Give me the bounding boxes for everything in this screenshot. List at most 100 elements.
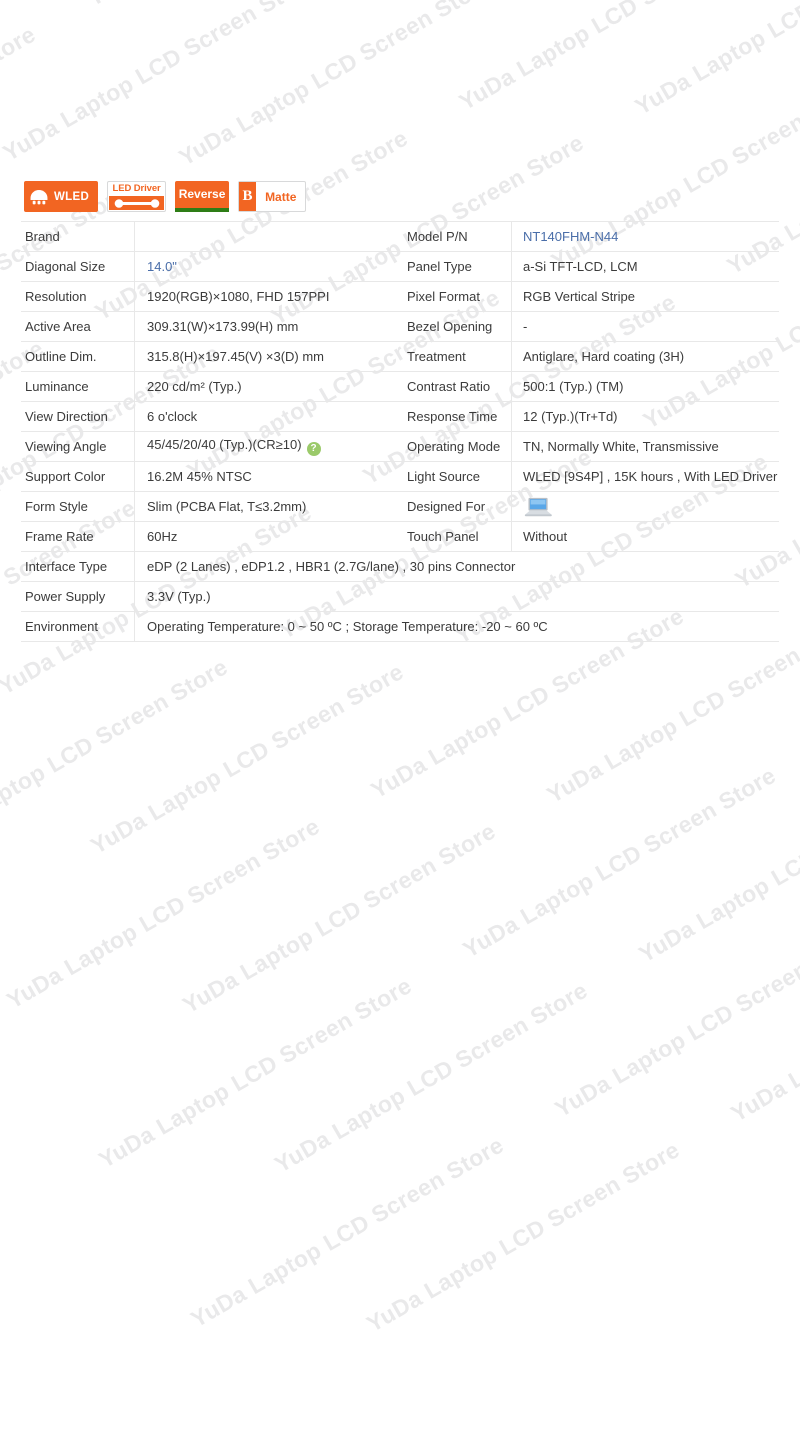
- spec-value-text: Slim (PCBA Flat, T≤3.2mm): [147, 499, 307, 514]
- table-row: Active Area 309.31(W)×173.99(H) mm Bezel O…: [21, 311, 779, 342]
- spec-label: Brand: [21, 221, 135, 252]
- table-row: Brand Model P/N NT140FHM-N44: [21, 221, 779, 252]
- spec-value-text: 315.8(H)×197.45(V) ×3(D) mm: [147, 349, 325, 364]
- watermark-text: YuDa Laptop LCD Screen StoreYuDa Laptop …: [362, 926, 800, 1337]
- reverse-bar-icon: [175, 208, 230, 212]
- spec-value-text: a-Si TFT-LCD, LCM: [523, 259, 638, 274]
- table-row: Luminance 220 cd/m² (Typ.) Contrast Ratio 5…: [21, 371, 779, 402]
- spec-value-text: Without: [523, 529, 568, 544]
- table-row: Outline Dim. 315.8(H)×197.45(V) ×3(D) mm T…: [21, 341, 779, 372]
- spec-value-text: RGB Vertical Stripe: [523, 289, 635, 304]
- badge-matte: B Matte: [238, 181, 307, 212]
- badge-wled: WLED: [24, 181, 99, 212]
- badge-reverse: Reverse: [175, 181, 230, 212]
- spec-value: 60Hz: [134, 521, 399, 552]
- spec-value-text[interactable]: NT140FHM-N44: [523, 229, 618, 244]
- spec-value-text: 12 (Typ.)(Tr+Td): [523, 409, 618, 424]
- spec-label: Bezel Opening: [399, 311, 512, 342]
- wled-lamp-icon: [28, 188, 50, 206]
- spec-label: Luminance: [21, 371, 135, 402]
- spec-value: RGB Vertical Stripe: [511, 281, 779, 312]
- spec-value-text: 220 cd/m² (Typ.): [147, 379, 242, 394]
- spec-value: 12 (Typ.)(Tr+Td): [511, 401, 779, 432]
- specification-table: Brand Model P/N NT140FHM-N44 Diagonal Size 1…: [21, 221, 779, 642]
- spec-label: View Direction: [21, 401, 135, 432]
- spec-label: Contrast Ratio: [399, 371, 512, 402]
- feature-badge-bar: WLED LED Driver Reverse B Matte: [24, 181, 307, 212]
- badge-led-driver-label: LED Driver: [112, 183, 161, 194]
- spec-label: Environment: [21, 611, 135, 642]
- spec-value: 14.0": [134, 251, 399, 282]
- spec-label: Viewing Angle: [21, 431, 135, 462]
- spec-value-text: Operating Temperature: 0 ~ 50 ºC ; Stora…: [147, 619, 548, 634]
- watermark-text: YuDa Laptop LCD Screen StoreYuDa Laptop …: [270, 767, 800, 1178]
- spec-value-text: 16.2M 45% NTSC: [147, 469, 252, 484]
- spec-label: Diagonal Size: [21, 251, 135, 282]
- table-row: Diagonal Size 14.0" Panel Type a-Si TFT-LCD…: [21, 251, 779, 282]
- spec-value-text: WLED [9S4P] , 15K hours , With LED Drive…: [523, 469, 778, 484]
- spec-value-text: TN, Normally White, Transmissive: [523, 439, 719, 454]
- spec-label: Treatment: [399, 341, 512, 372]
- spec-value-text: 309.31(W)×173.99(H) mm: [147, 319, 299, 334]
- spec-value: [134, 221, 399, 252]
- spec-value: 220 cd/m² (Typ.): [134, 371, 399, 402]
- matte-b-icon: B: [239, 182, 257, 211]
- spec-value: Operating Temperature: 0 ~ 50 ºC ; Stora…: [134, 611, 779, 642]
- spec-value: Slim (PCBA Flat, T≤3.2mm): [134, 491, 399, 522]
- spec-value: 3.3V (Typ.): [134, 581, 779, 612]
- led-driver-cable-icon: [109, 196, 165, 210]
- spec-value: 6 o'clock: [134, 401, 399, 432]
- spec-label: Resolution: [21, 281, 135, 312]
- spec-value: 1920(RGB)×1080, FHD 157PPI: [134, 281, 399, 312]
- table-row: Form Style Slim (PCBA Flat, T≤3.2mm) Desig…: [21, 491, 779, 522]
- spec-label: Light Source: [399, 461, 512, 492]
- spec-value-text: eDP (2 Lanes) , eDP1.2 , HBR1 (2.7G/lane…: [147, 559, 516, 574]
- spec-value: Without: [511, 521, 779, 552]
- spec-value: a-Si TFT-LCD, LCM: [511, 251, 779, 282]
- spec-label: Pixel Format: [399, 281, 512, 312]
- spec-value-text: 60Hz: [147, 529, 178, 544]
- spec-label: Frame Rate: [21, 521, 135, 552]
- spec-label: Outline Dim.: [21, 341, 135, 372]
- spec-value: Antiglare, Hard coating (3H): [511, 341, 779, 372]
- spec-label: Power Supply: [21, 581, 135, 612]
- spec-label: Support Color: [21, 461, 135, 492]
- spec-value-text: 1920(RGB)×1080, FHD 157PPI: [147, 289, 330, 304]
- table-row: Viewing Angle 45/45/20/40 (Typ.)(CR≥10)? O…: [21, 431, 779, 462]
- spec-value: 315.8(H)×197.45(V) ×3(D) mm: [134, 341, 399, 372]
- badge-wled-label: WLED: [54, 190, 90, 203]
- spec-value-text: 45/45/20/40 (Typ.)(CR≥10): [147, 437, 302, 452]
- spec-value: eDP (2 Lanes) , eDP1.2 , HBR1 (2.7G/lane…: [134, 551, 779, 582]
- spec-value: 500:1 (Typ.) (TM): [511, 371, 779, 402]
- table-row: Interface Type eDP (2 Lanes) , eDP1.2 , H…: [21, 551, 779, 582]
- spec-value-text: 500:1 (Typ.) (TM): [523, 379, 624, 394]
- laptop-icon: [523, 496, 779, 518]
- table-row: Power Supply 3.3V (Typ.): [21, 581, 779, 612]
- spec-label: Operating Mode: [399, 431, 512, 462]
- badge-reverse-label: Reverse: [178, 187, 226, 201]
- spec-label: Form Style: [21, 491, 135, 522]
- watermark-text: YuDa Laptop LCD Screen StoreYuDa Laptop …: [186, 921, 800, 1333]
- spec-label: Touch Panel: [399, 521, 512, 552]
- table-row: Resolution 1920(RGB)×1080, FHD 157PPI Pixe…: [21, 281, 779, 312]
- table-row: View Direction 6 o'clock Response Time 12 (…: [21, 401, 779, 432]
- spec-label: Designed For: [399, 491, 512, 522]
- spec-label: Panel Type: [399, 251, 512, 282]
- spec-value: -: [511, 311, 779, 342]
- table-row: Environment Operating Temperature: 0 ~ 50…: [21, 611, 779, 642]
- spec-value-text[interactable]: 14.0": [147, 259, 177, 274]
- badge-matte-label: Matte: [265, 189, 297, 204]
- table-row: Support Color 16.2M 45% NTSC Light Source W…: [21, 461, 779, 492]
- spec-value-text: -: [523, 319, 528, 334]
- spec-label: Active Area: [21, 311, 135, 342]
- spec-value: [511, 491, 779, 522]
- spec-value: WLED [9S4P] , 15K hours , With LED Drive…: [511, 461, 779, 492]
- spec-value: 45/45/20/40 (Typ.)(CR≥10)?: [134, 431, 399, 462]
- spec-label: Interface Type: [21, 551, 135, 582]
- help-question-icon[interactable]: ?: [306, 442, 321, 456]
- spec-value: 309.31(W)×173.99(H) mm: [134, 311, 399, 342]
- badge-led-driver: LED Driver: [107, 181, 167, 212]
- spec-value-text: Antiglare, Hard coating (3H): [523, 349, 685, 364]
- spec-value: TN, Normally White, Transmissive: [511, 431, 779, 462]
- spec-value: 16.2M 45% NTSC: [134, 461, 399, 492]
